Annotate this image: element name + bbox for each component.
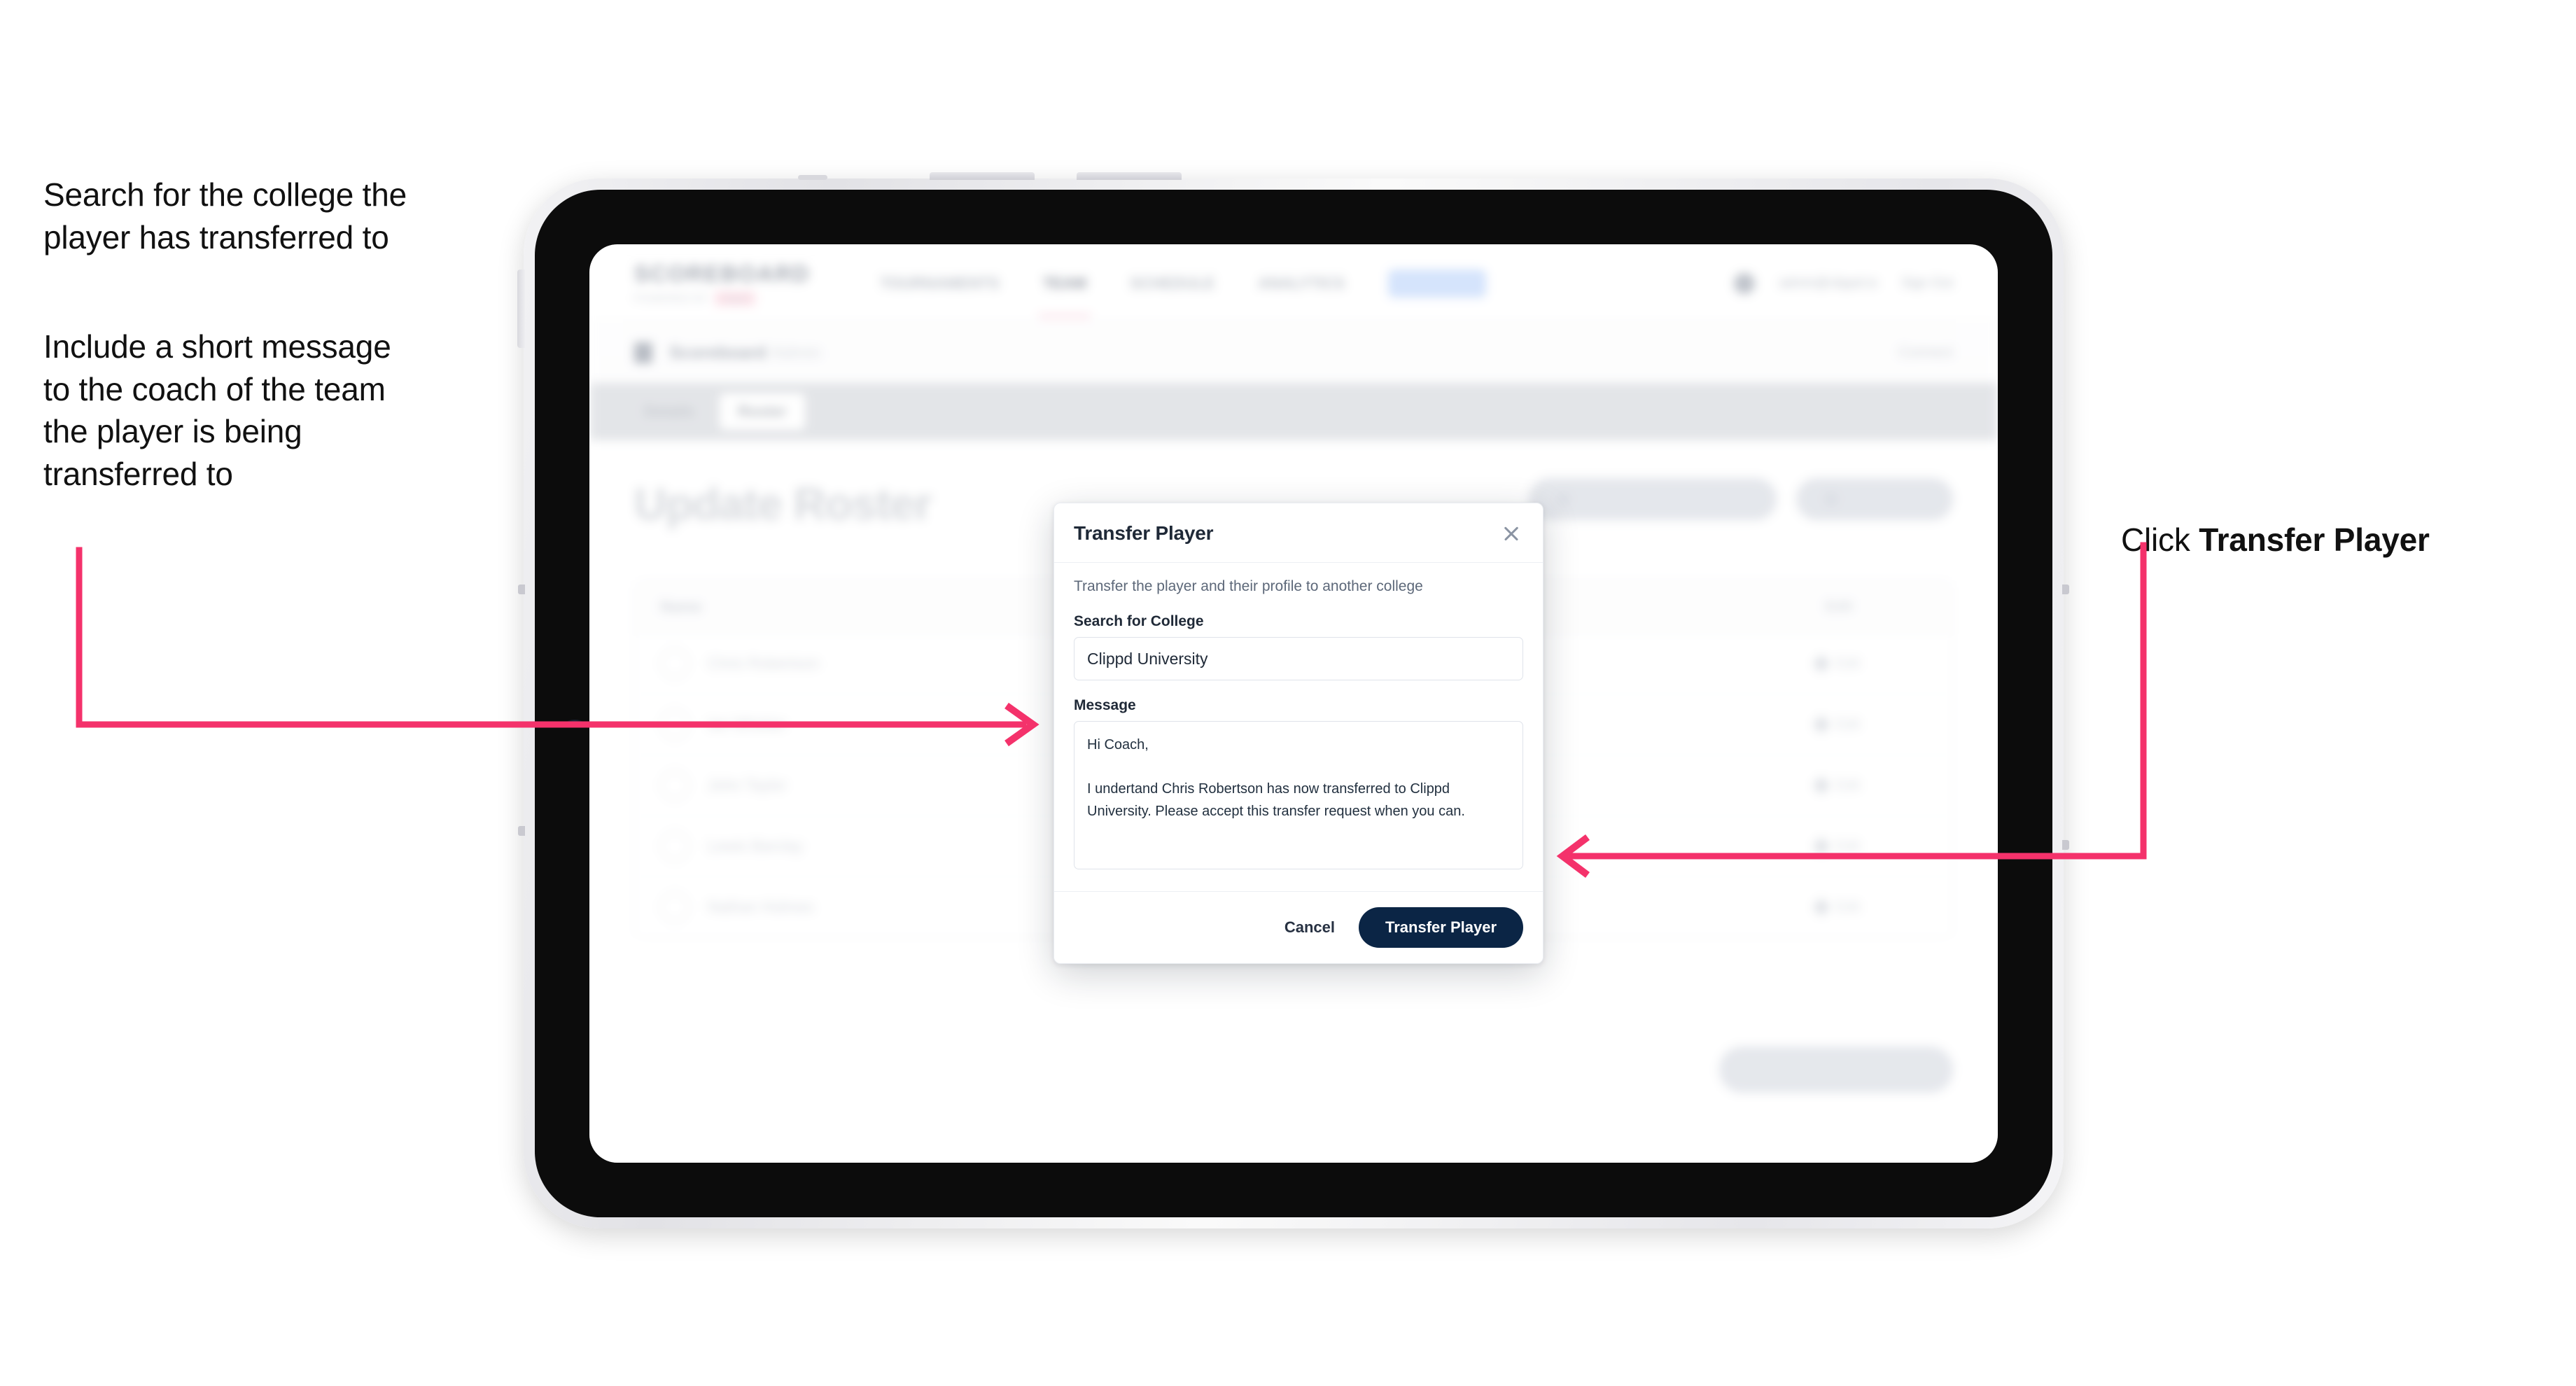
device-top-nub xyxy=(798,175,827,180)
message-textarea[interactable] xyxy=(1074,721,1523,869)
modal-description: Transfer the player and their profile to… xyxy=(1074,578,1423,594)
modal-footer: Cancel Transfer Player xyxy=(1054,891,1543,963)
nav-item-tournaments[interactable]: TOURNAMENTS xyxy=(880,274,1000,293)
logo-clippd-pill: clippd xyxy=(714,290,755,306)
add-player-label: Add Player xyxy=(1848,491,1925,507)
modal-body: Transfer the player and their profile to… xyxy=(1054,563,1543,891)
annotation-click-prefix: Click xyxy=(2121,521,2199,558)
device-power-button xyxy=(517,270,525,348)
app-nav-items: TOURNAMENTS TEAM SCHEDULE ANALYTICS ROST… xyxy=(880,269,1486,318)
column-header-name: Name xyxy=(660,598,702,615)
plus-icon xyxy=(1824,492,1839,506)
tab-details[interactable]: Details xyxy=(626,393,713,430)
app-top-right-cluster: admin@clippd.io Sign Out xyxy=(1734,272,1953,294)
annotation-search-college: Search for the college the player has tr… xyxy=(43,176,407,255)
player-avatar xyxy=(660,710,690,739)
breadcrumb-secondary: Admin xyxy=(771,342,821,363)
message-field-label: Message xyxy=(1074,697,1136,713)
annotation-include-message: Include a short message to the coach of … xyxy=(43,328,391,493)
modal-header: Transfer Player xyxy=(1054,503,1543,563)
column-header-edit: Edit xyxy=(1825,598,1853,615)
request-player-transfer-label: Request Player Transfer xyxy=(1580,491,1749,507)
edit-label: Edit xyxy=(1835,899,1860,915)
device-top-button-1 xyxy=(930,172,1035,180)
breadcrumb-primary: Scoreboard xyxy=(669,342,766,363)
app-tab-bar: Details Roster xyxy=(589,383,1998,440)
nav-item-analytics[interactable]: ANALYTICS xyxy=(1258,274,1345,293)
row-edit-action[interactable]: Edit xyxy=(1812,776,1927,794)
edit-label: Edit xyxy=(1835,655,1860,671)
player-name: Ian Whelan xyxy=(708,715,786,733)
row-edit-action[interactable]: Edit xyxy=(1812,898,1927,916)
breadcrumb: Scoreboard Admin xyxy=(669,343,821,363)
player-avatar xyxy=(660,771,690,800)
user-email: admin@clippd.io xyxy=(1779,275,1878,290)
add-player-button[interactable]: Add Player xyxy=(1796,478,1953,520)
device-right-antenna-2 xyxy=(2062,840,2069,850)
app-logo[interactable]: SCOREBOARD POWERED BY clippd xyxy=(634,261,810,306)
row-edit-action[interactable]: Edit xyxy=(1812,654,1927,673)
edit-label: Edit xyxy=(1835,716,1860,732)
player-name: Nathan Holmes xyxy=(708,898,814,916)
subbar-connect-link[interactable]: Connect xyxy=(1898,344,1953,361)
device-left-antenna-2 xyxy=(518,826,525,836)
search-college-input[interactable] xyxy=(1074,637,1523,680)
app-sub-bar: Scoreboard Admin Connect xyxy=(589,323,1998,383)
college-field-label: Search for College xyxy=(1074,613,1204,629)
annotation-click-transfer: Click Transfer Player xyxy=(2121,476,2555,561)
edit-label: Edit xyxy=(1835,838,1860,854)
camera-icon xyxy=(566,720,584,727)
avatar[interactable] xyxy=(1734,272,1756,294)
pencil-icon xyxy=(1812,837,1830,855)
logo-powered-by: POWERED BY xyxy=(634,292,709,304)
cancel-button[interactable]: Cancel xyxy=(1282,913,1338,942)
transfer-player-button[interactable]: Transfer Player xyxy=(1359,907,1523,948)
pencil-icon xyxy=(1812,654,1830,673)
page-action-buttons: Request Player Transfer Add Player xyxy=(1528,478,1953,520)
player-avatar xyxy=(660,832,690,861)
player-name: John Taylor xyxy=(708,776,787,794)
player-avatar xyxy=(660,892,690,922)
sign-out-link[interactable]: Sign Out xyxy=(1901,276,1953,291)
edit-label: Edit xyxy=(1835,777,1860,793)
request-player-transfer-button[interactable]: Request Player Transfer xyxy=(1528,478,1777,520)
pencil-icon xyxy=(1812,715,1830,734)
nav-item-roster[interactable]: ROSTER xyxy=(1388,269,1486,298)
close-icon[interactable] xyxy=(1499,522,1523,545)
player-name: Lewis Barclay xyxy=(708,837,803,855)
nav-item-schedule[interactable]: SCHEDULE xyxy=(1130,274,1214,293)
pencil-icon xyxy=(1812,898,1830,916)
player-avatar xyxy=(660,649,690,678)
device-left-antenna-1 xyxy=(518,584,525,594)
building-icon xyxy=(634,342,652,363)
row-edit-action[interactable]: Edit xyxy=(1812,715,1927,734)
pencil-icon xyxy=(1812,776,1830,794)
app-top-navigation: SCOREBOARD POWERED BY clippd TOURNAMENTS… xyxy=(589,244,1998,323)
annotation-click-bold: Transfer Player xyxy=(2199,521,2430,558)
tab-roster[interactable]: Roster xyxy=(720,393,805,430)
logo-wordmark: SCOREBOARD xyxy=(634,260,811,286)
screenshot-root: Search for the college the player has tr… xyxy=(0,0,2576,1386)
save-roster-button[interactable]: Save Roster Changes xyxy=(1718,1046,1953,1093)
modal-title: Transfer Player xyxy=(1074,522,1214,544)
device-right-antenna-1 xyxy=(2062,584,2069,594)
row-edit-action[interactable]: Edit xyxy=(1812,837,1927,855)
transfer-player-modal: Transfer Player Transfer the player and … xyxy=(1054,503,1544,964)
transfer-icon xyxy=(1556,492,1571,506)
nav-item-team[interactable]: TEAM xyxy=(1038,274,1091,318)
player-name: Chris Robertson xyxy=(708,654,819,672)
device-top-button-2 xyxy=(1077,172,1182,180)
